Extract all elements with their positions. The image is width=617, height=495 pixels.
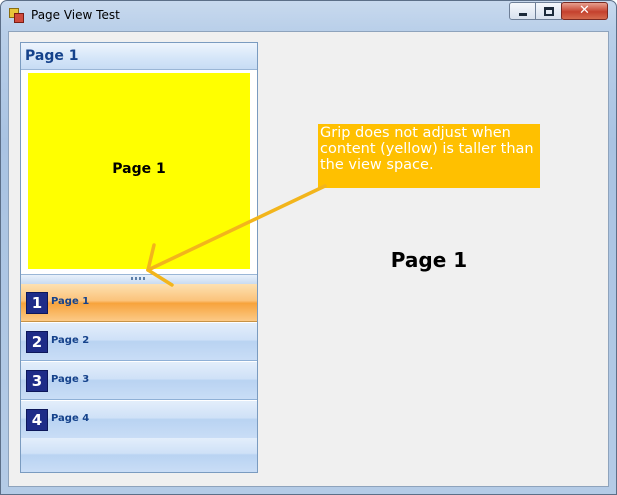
minimize-icon: [519, 13, 527, 16]
page-item-2[interactable]: 2 Page 2: [21, 323, 257, 361]
page-view-header: Page 1: [21, 43, 257, 70]
page-number-badge: 4: [26, 409, 48, 431]
annotation-text: Grip does not adjust when content (yello…: [320, 125, 534, 173]
grip-dots-icon: [131, 277, 147, 280]
page-item-label: Page 4: [51, 413, 90, 424]
page-item-4[interactable]: 4 Page 4: [21, 401, 257, 439]
minimize-button[interactable]: [509, 2, 536, 20]
page-view-control: Page 1 Page 1 1 Page 1 2 Page 2 3 Page 3…: [20, 42, 258, 473]
yellow-content-panel: Page 1: [28, 73, 250, 269]
page-content-area: Page 1: [21, 70, 257, 274]
app-icon: [9, 8, 24, 23]
page-number-badge: 3: [26, 370, 48, 392]
page-item-label: Page 1: [51, 296, 90, 307]
close-icon: ✕: [579, 3, 590, 18]
page-item-label: Page 3: [51, 374, 90, 385]
page-item-1[interactable]: 1 Page 1: [21, 284, 257, 322]
page-number-badge: 2: [26, 331, 48, 353]
content-page-label: Page 1: [112, 161, 166, 177]
title-bar[interactable]: Page View Test ✕: [1, 1, 616, 31]
main-page-label: Page 1: [390, 248, 468, 272]
maximize-icon: [544, 7, 554, 16]
page-item-3[interactable]: 3 Page 3: [21, 362, 257, 400]
page-number-badge: 1: [26, 292, 48, 314]
annotation-callout: Grip does not adjust when content (yello…: [318, 124, 540, 188]
page-item-label: Page 2: [51, 335, 90, 346]
close-button[interactable]: ✕: [561, 2, 608, 20]
page-view-overflow-strip[interactable]: [21, 438, 257, 472]
window-title: Page View Test: [31, 8, 120, 22]
maximize-button[interactable]: [535, 2, 562, 20]
page-view-header-label: Page 1: [25, 48, 79, 64]
